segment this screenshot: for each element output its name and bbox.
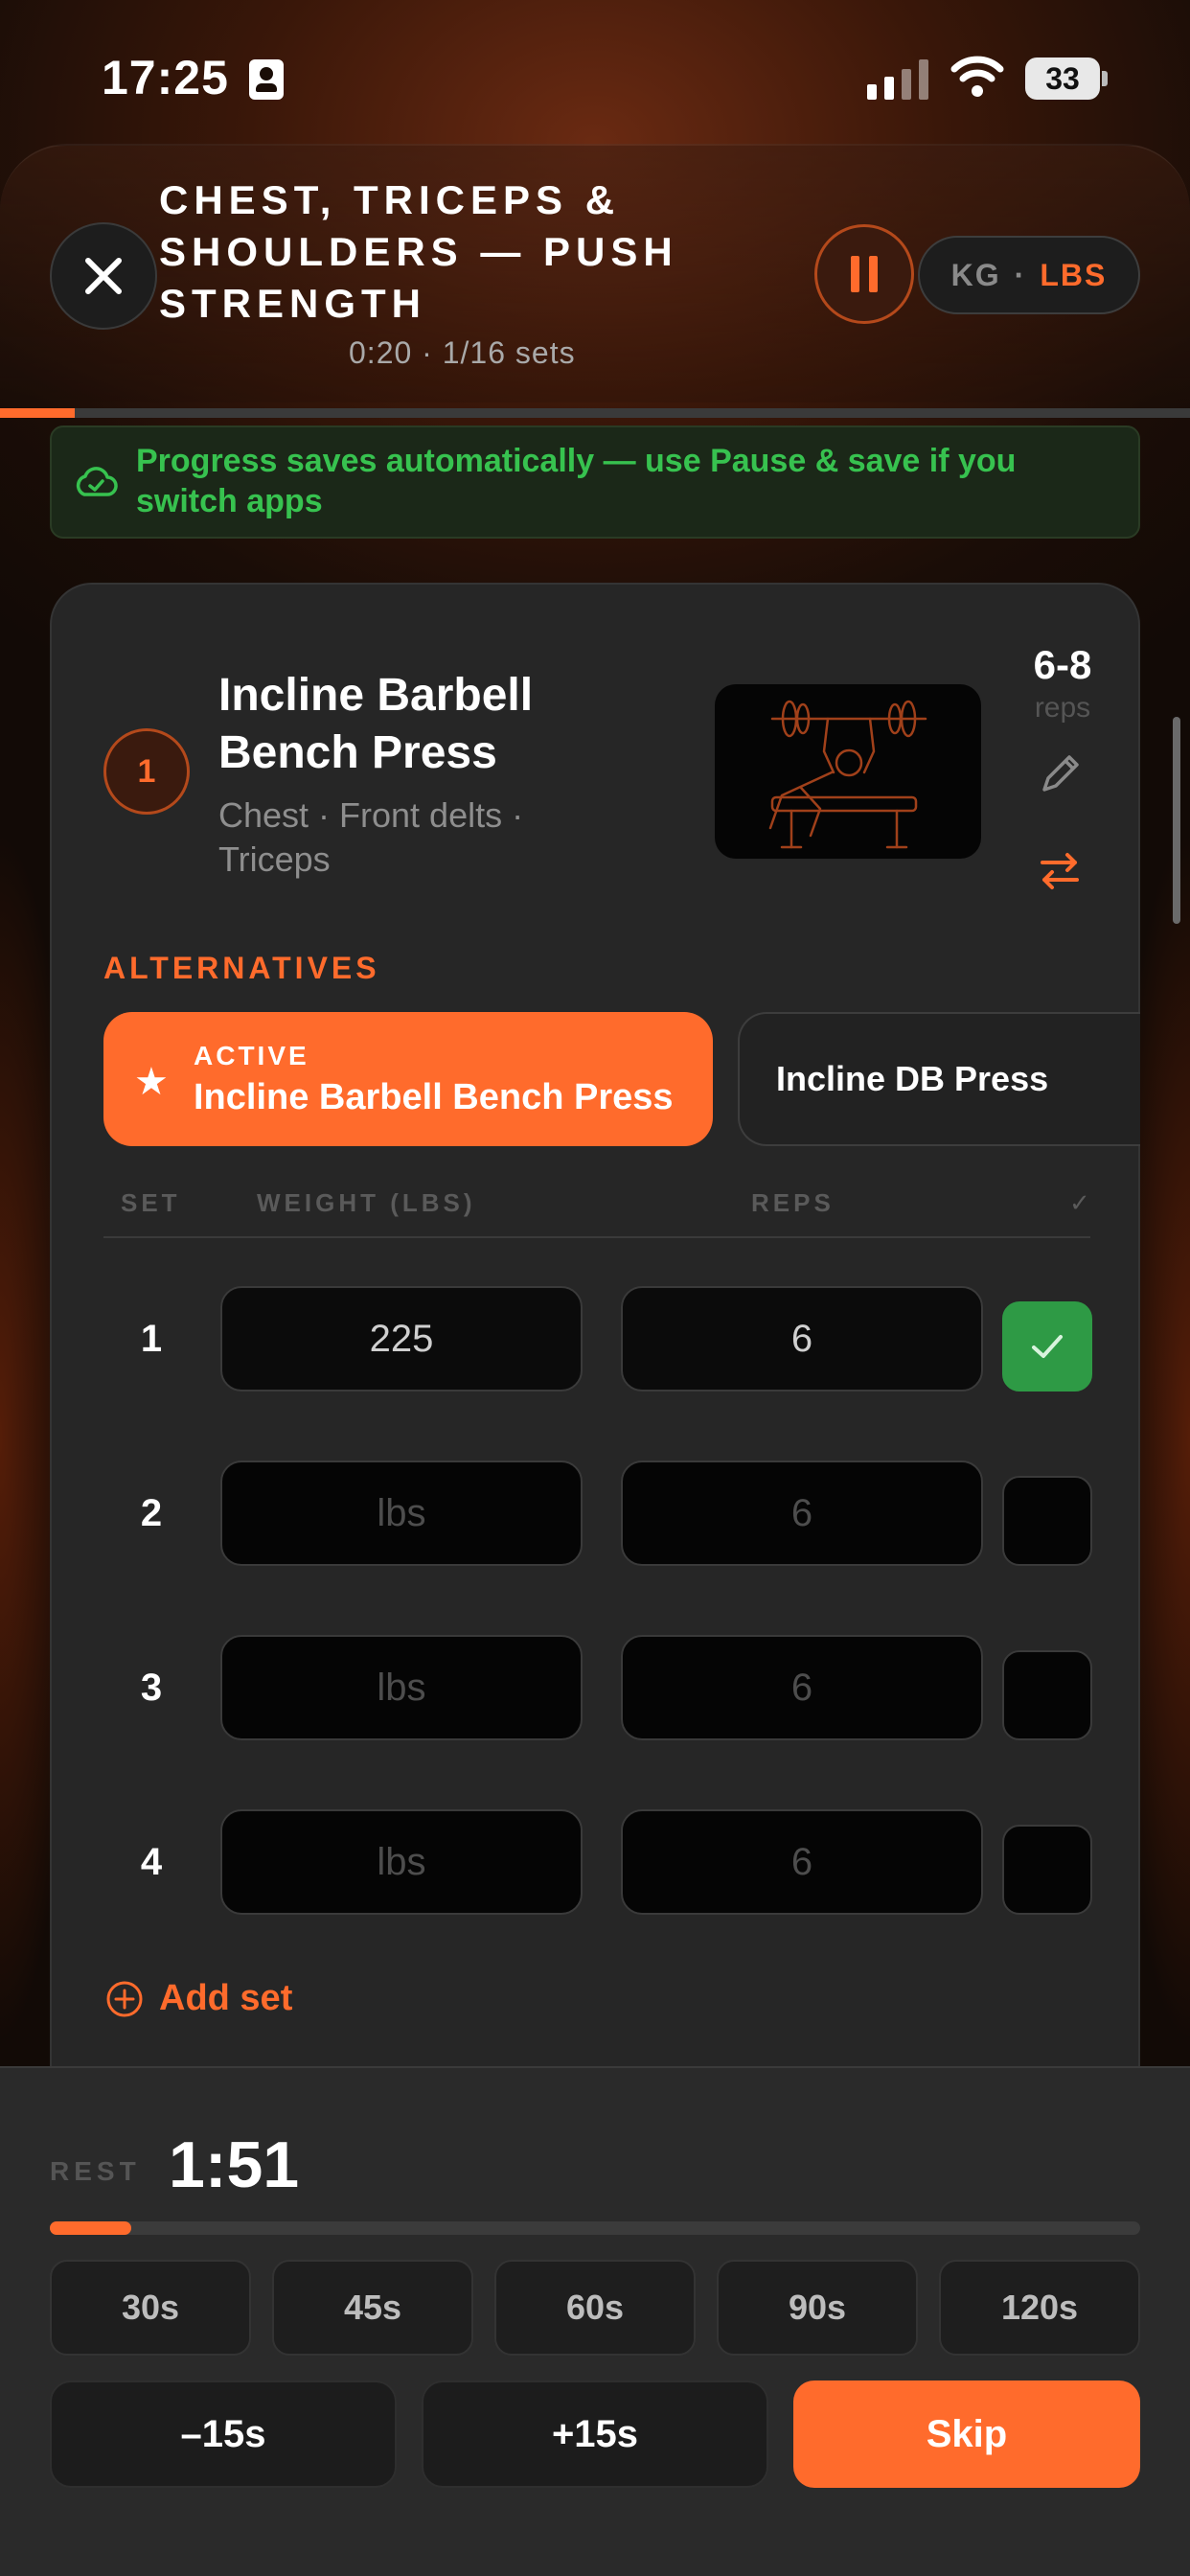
meta-separator: · [422, 335, 433, 370]
rest-progress-fill [50, 2221, 132, 2235]
col-header-check: ✓ [1069, 1188, 1094, 1217]
weight-input[interactable]: lbs [220, 1460, 583, 1566]
set-number: 2 [140, 1491, 163, 1534]
workout-screen: 17:25 33 CHEST, TRICEPS & SHOULDERS — PU… [0, 0, 1190, 2576]
edit-pencil-icon[interactable] [1031, 746, 1088, 803]
elapsed-time: 0:20 [349, 335, 413, 370]
alternative-name: Incline DB Press [776, 1059, 1049, 1098]
rest-preset-45s[interactable]: 45s [272, 2260, 473, 2356]
autosave-text: Progress saves automatically — use Pause… [136, 443, 1017, 519]
workout-title: CHEST, TRICEPS & SHOULDERS — PUSH STRENG… [159, 177, 678, 326]
workout-progress-bar [0, 408, 1190, 418]
alternative-active-tag: ACTIVE [194, 1041, 309, 1070]
status-time: 17:25 [102, 51, 229, 104]
set-row: 2 lbs 6 [103, 1460, 1092, 1566]
rest-time: 1:51 [169, 2128, 300, 2201]
weight-input[interactable]: lbs [220, 1809, 583, 1915]
unit-kg-option[interactable]: KG [951, 258, 1001, 293]
weight-input[interactable]: lbs [220, 1635, 583, 1740]
add-set-button[interactable]: Add set [105, 1978, 292, 2019]
cloud-check-icon [76, 467, 118, 496]
set-table-header: SET WEIGHT (LBS) REPS ✓ [103, 1188, 1090, 1238]
weight-input[interactable]: 225 [220, 1286, 583, 1392]
set-number: 1 [140, 1317, 163, 1360]
unit-toggle[interactable]: KG · LBS [918, 236, 1140, 314]
set-complete-checkbox[interactable] [1002, 1650, 1092, 1740]
exercise-muscles: Chest · Front delts · Triceps [218, 795, 524, 879]
status-bar: 17:25 33 [0, 0, 1190, 144]
rep-range-unit: reps [1034, 692, 1091, 724]
wifi-icon [950, 56, 1004, 97]
col-header-set: SET [121, 1188, 181, 1217]
rest-preset-90s[interactable]: 90s [717, 2260, 918, 2356]
rest-minus-15s-button[interactable]: –15s [50, 2380, 397, 2488]
skip-rest-button[interactable]: Skip [793, 2380, 1140, 2488]
reps-input[interactable]: 6 [621, 1286, 983, 1392]
rest-plus-15s-button[interactable]: +15s [422, 2380, 768, 2488]
workout-meta: 0:20 · 1/16 sets [349, 335, 576, 371]
autosave-banner: Progress saves automatically — use Pause… [50, 426, 1140, 539]
pause-icon [851, 256, 859, 292]
reps-input[interactable]: 6 [621, 1635, 983, 1740]
sets-progress: 1/16 sets [442, 335, 576, 370]
rest-progress-bar [50, 2221, 1140, 2235]
set-complete-checkbox[interactable] [1002, 1476, 1092, 1566]
reps-input[interactable]: 6 [621, 1460, 983, 1566]
alternatives-label: ALTERNATIVES [103, 951, 380, 985]
rest-preset-30s[interactable]: 30s [50, 2260, 251, 2356]
rest-timer-panel: REST 1:51 30s 45s 60s 90s 120s –15s +15s… [0, 2066, 1190, 2576]
unit-lbs-option[interactable]: LBS [1040, 258, 1107, 293]
scrollbar[interactable] [1173, 717, 1180, 924]
contact-card-icon [249, 59, 284, 100]
plus-circle-icon [106, 1981, 143, 2016]
rest-label: REST [50, 2156, 141, 2186]
rest-preset-120s[interactable]: 120s [939, 2260, 1140, 2356]
set-number: 3 [140, 1666, 163, 1709]
add-set-label: Add set [159, 1978, 293, 2018]
swap-exercise-icon[interactable] [1031, 841, 1088, 899]
battery-icon: 33 [1025, 58, 1108, 100]
close-icon [85, 258, 122, 294]
col-header-reps: REPS [751, 1188, 835, 1217]
workout-progress-fill [0, 408, 75, 418]
set-row: 1 225 6 [103, 1286, 1092, 1392]
set-complete-checkbox[interactable] [1002, 1301, 1092, 1392]
set-complete-checkbox[interactable] [1002, 1825, 1092, 1915]
exercise-number-badge: 1 [103, 728, 190, 815]
set-row: 4 lbs 6 [103, 1809, 1092, 1915]
battery-level: 33 [1025, 58, 1100, 100]
exercise-image[interactable] [715, 684, 981, 859]
exercise-name: Incline Barbell Bench Press [218, 670, 534, 778]
checkmark-icon [1032, 1335, 1063, 1358]
set-number: 4 [140, 1840, 163, 1883]
set-row: 3 lbs 6 [103, 1635, 1092, 1740]
rest-preset-60s[interactable]: 60s [494, 2260, 696, 2356]
alternative-active-chip[interactable]: ★ ACTIVE Incline Barbell Bench Press [103, 1012, 713, 1146]
exercise-card: 1 Incline Barbell Bench Press Chest · Fr… [50, 583, 1140, 2212]
cellular-signal-icon [867, 58, 928, 100]
unit-separator: · [1014, 257, 1027, 292]
reps-input[interactable]: 6 [621, 1809, 983, 1915]
alternative-chip-incline-db-press[interactable]: Incline DB Press [738, 1012, 1140, 1146]
close-button[interactable] [50, 222, 157, 330]
alternative-active-name: Incline Barbell Bench Press [194, 1077, 674, 1117]
rep-range: 6-8 [1033, 642, 1092, 687]
pause-button[interactable] [814, 224, 914, 324]
star-icon: ★ [134, 1061, 169, 1103]
bench-press-illustration [768, 700, 927, 849]
col-header-weight: WEIGHT (LBS) [257, 1188, 476, 1217]
